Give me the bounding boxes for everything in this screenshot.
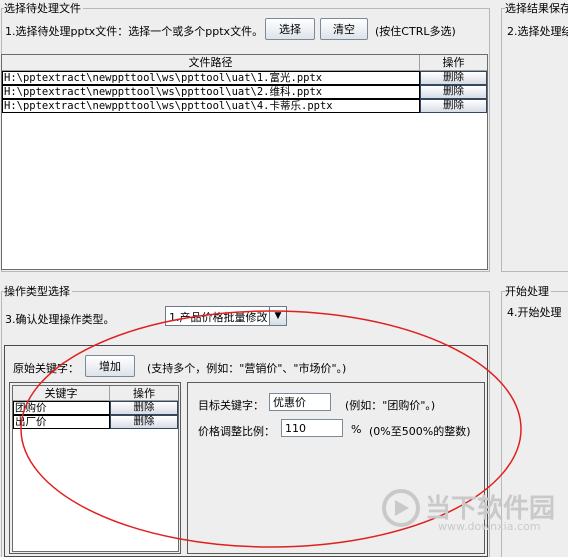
price-ratio-unit: % [351, 423, 362, 436]
price-ratio-input[interactable] [281, 419, 343, 437]
operation-type-select[interactable]: 1.产品价格批量修改 ▼ [165, 306, 287, 326]
operation-type-instruction: 3.确认处理操作类型。 [5, 313, 115, 326]
chevron-down-icon[interactable]: ▼ [269, 307, 286, 325]
price-ratio-label: 价格调整比例： [198, 425, 275, 438]
keyword-table: 关键字 操作 团购价 删除 出厂价 删除 [12, 385, 179, 552]
target-keyword-input[interactable] [269, 393, 331, 411]
table-row[interactable]: 出厂价 [13, 415, 110, 429]
col-header-action[interactable]: 操作 [420, 55, 487, 71]
delete-keyword-button[interactable]: 删除 [110, 401, 178, 415]
original-keyword-label: 原始关键字： [13, 362, 79, 375]
keyword-support-hint: (支持多个，例如："营销价"、"市场价"。) [147, 362, 347, 375]
delete-keyword-button[interactable]: 删除 [110, 415, 178, 429]
col-header-keyword-action[interactable]: 操作 [110, 386, 178, 401]
file-table: 文件路径 操作 H:\pptextract\newppttool\ws\pptt… [1, 54, 488, 270]
start-process-title: 开始处理 [505, 283, 551, 299]
col-header-path[interactable]: 文件路径 [2, 55, 420, 71]
save-result-title: 选择结果保存 [505, 0, 568, 16]
watermark-logo-icon [382, 489, 420, 527]
delete-row-button[interactable]: 删除 [420, 85, 487, 99]
save-result-instruction: 2.选择处理结 [507, 25, 568, 38]
operation-type-title: 操作类型选择 [4, 283, 72, 299]
target-keyword-hint: (例如："团购价"。) [345, 399, 436, 412]
table-row[interactable]: H:\pptextract\newppttool\ws\ppttool\uat\… [2, 71, 420, 85]
clear-files-button[interactable]: 清空 [320, 18, 368, 40]
start-process-instruction: 4.开始处理 [507, 306, 562, 319]
table-row[interactable]: H:\pptextract\newppttool\ws\ppttool\uat\… [2, 85, 420, 99]
price-ratio-hint: (0%至500%的整数) [369, 425, 471, 438]
watermark-url: www.downxia.com [438, 520, 541, 533]
delete-row-button[interactable]: 删除 [420, 71, 487, 85]
select-files-button[interactable]: 选择 [265, 18, 315, 40]
add-keyword-button[interactable]: 增加 [85, 355, 135, 377]
delete-row-button[interactable]: 删除 [420, 99, 487, 113]
target-keyword-label: 目标关键字： [198, 399, 264, 412]
save-result-group [501, 8, 568, 272]
col-header-keyword[interactable]: 关键字 [13, 386, 110, 401]
file-select-title: 选择待处理文件 [4, 0, 83, 16]
table-row[interactable]: 团购价 [13, 401, 110, 415]
table-row[interactable]: H:\pptextract\newppttool\ws\ppttool\uat\… [2, 99, 420, 113]
file-select-instruction: 1.选择待处理pptx文件：选择一个或多个pptx文件。 [5, 25, 264, 38]
operation-type-selected: 1.产品价格批量修改 [169, 311, 268, 324]
multi-select-hint: (按住CTRL多选) [375, 25, 456, 38]
